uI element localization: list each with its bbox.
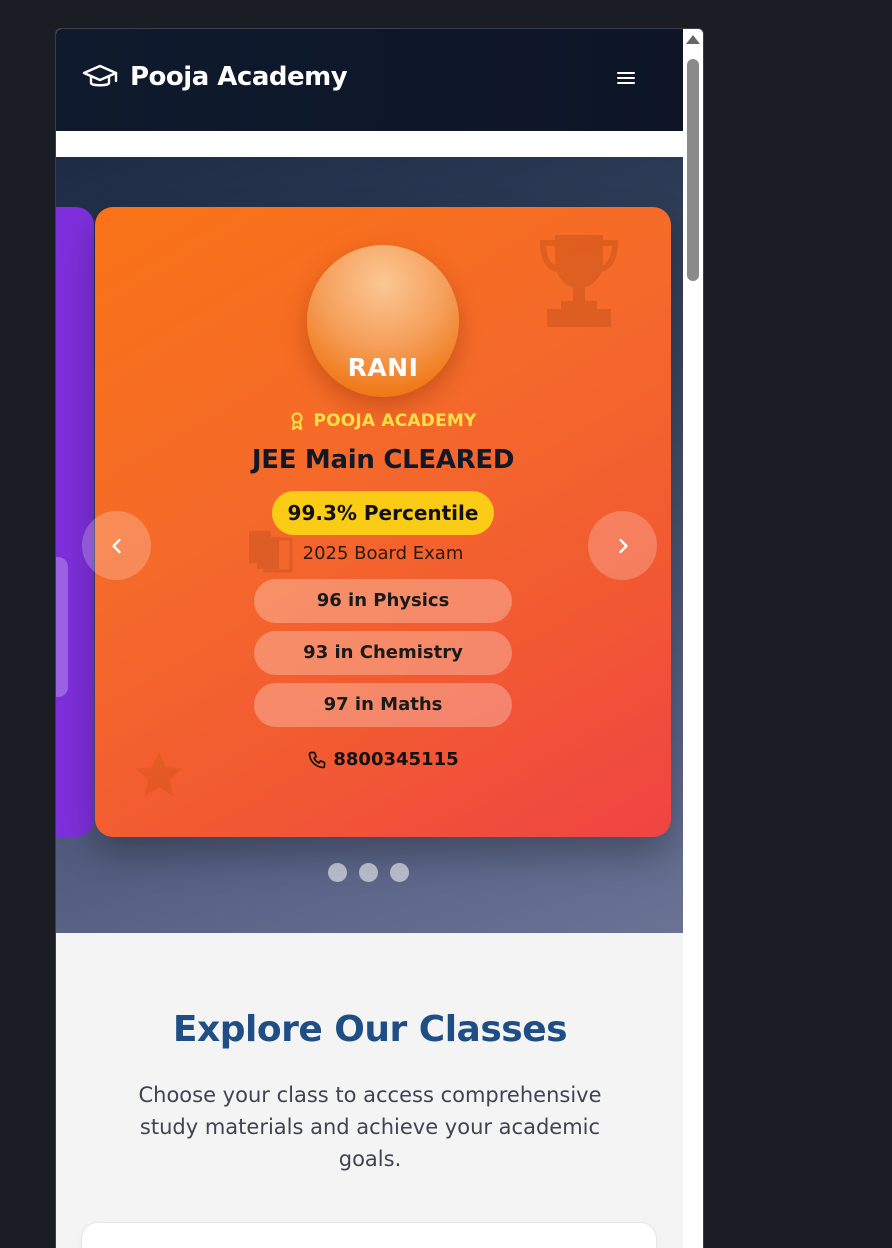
phone-contact[interactable]: 8800345115 [95,749,671,770]
subject-score: 93 in Chemistry [254,631,512,675]
scroll-up-arrow[interactable] [686,35,700,44]
subject-score: 97 in Maths [254,683,512,727]
brand[interactable]: Pooja Academy [82,62,348,92]
avatar: RANI [307,245,459,397]
phone-number: 8800345115 [333,749,459,770]
navbar: Pooja Academy [56,29,684,131]
academy-badge: POOJA ACADEMY [95,411,671,431]
scrollbar[interactable] [683,29,703,1248]
previous-slide-card[interactable] [56,207,94,837]
academy-name: POOJA ACADEMY [313,411,477,431]
hamburger-menu-icon[interactable] [612,69,640,91]
topper-card: RANI POOJA ACADEMY JEE Main CLEARED 99.3… [95,207,671,837]
award-ribbon-icon [291,412,303,430]
page-viewport: Pooja Academy RANI POOJA ACADEMY JEE Mai… [56,29,684,1248]
carousel-dot[interactable] [359,863,378,882]
section-subtitle: Choose your class to access comprehensiv… [138,1083,602,1171]
phone-icon [309,751,326,768]
scroll-thumb[interactable] [687,59,699,281]
brand-name: Pooja Academy [130,62,348,92]
chevron-left-icon [111,538,121,553]
carousel-dot[interactable] [328,863,347,882]
classes-section: Explore Our Classes Choose your class to… [56,933,684,1248]
graduation-cap-icon [82,63,118,91]
exam-result: JEE Main CLEARED [251,445,515,475]
browser-frame: Pooja Academy RANI POOJA ACADEMY JEE Mai… [55,28,704,1248]
carousel-dots [328,863,409,882]
subject-score: 96 in Physics [254,579,512,623]
section-title: Explore Our Classes [172,1009,568,1050]
class-card[interactable] [82,1223,656,1248]
chevron-right-icon [618,538,628,553]
previous-slide-panel [56,557,68,697]
carousel-prev-button[interactable] [82,511,151,580]
student-name: RANI [347,353,419,382]
trophy-icon [539,235,619,327]
carousel-next-button[interactable] [588,511,657,580]
score-badge: 99.3% Percentile [272,491,494,535]
carousel-dot[interactable] [390,863,409,882]
header-spacer [56,131,684,157]
toppers-carousel: RANI POOJA ACADEMY JEE Main CLEARED 99.3… [56,157,684,933]
board-exam-label: 2025 Board Exam [302,543,464,564]
